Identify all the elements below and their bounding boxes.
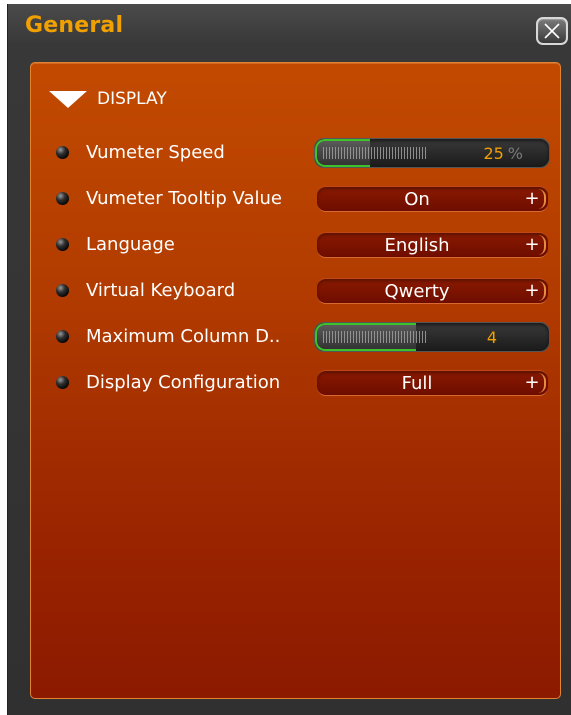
plus-button[interactable]: + — [520, 189, 546, 209]
plus-button[interactable]: + — [520, 281, 546, 301]
bullet-icon — [56, 376, 69, 389]
slider-unit: % — [507, 144, 523, 163]
setting-row-vumeter-speed: Vumeter Speed 25% — [31, 138, 562, 168]
selector-value: English — [384, 235, 450, 256]
setting-row-maximum-column: Maximum Column D.. 4 — [31, 322, 562, 352]
setting-label: Maximum Column D.. — [86, 326, 281, 347]
slider-ticks — [323, 147, 427, 159]
slider-value: 25% — [483, 144, 523, 163]
bullet-icon — [56, 146, 69, 159]
bullet-icon — [56, 192, 69, 205]
plus-button[interactable]: + — [520, 235, 546, 255]
display-panel: DISPLAY Vumeter Speed 25% Vumeter Toolti… — [30, 62, 561, 699]
bullet-icon — [56, 238, 69, 251]
setting-row-virtual-keyboard: Virtual Keyboard Qwerty + — [31, 276, 562, 306]
setting-row-language: Language English + — [31, 230, 562, 260]
setting-label: Display Configuration — [86, 372, 281, 393]
selector-value: On — [404, 189, 430, 210]
setting-row-display-configuration: Display Configuration Full + — [31, 368, 562, 398]
setting-label: Vumeter Tooltip Value — [86, 188, 282, 209]
plus-button[interactable]: + — [520, 373, 546, 393]
maximum-column-slider[interactable]: 4 — [314, 322, 550, 352]
setting-label: Virtual Keyboard — [86, 280, 236, 301]
section-header-display[interactable]: DISPLAY — [49, 89, 167, 109]
display-configuration-selector[interactable]: Full + — [317, 370, 548, 396]
language-selector[interactable]: English + — [317, 232, 548, 258]
virtual-keyboard-selector[interactable]: Qwerty + — [317, 278, 548, 304]
vumeter-tooltip-selector[interactable]: On + — [317, 186, 548, 212]
slider-value: 4 — [486, 328, 497, 347]
vumeter-speed-slider[interactable]: 25% — [314, 138, 550, 168]
setting-label: Vumeter Speed — [86, 142, 225, 163]
bullet-icon — [56, 330, 69, 343]
close-button[interactable] — [536, 17, 568, 45]
slider-ticks — [323, 331, 427, 343]
selector-value: Qwerty — [384, 281, 450, 302]
settings-window: General DISPLAY Vumeter Speed 25% Vumete… — [7, 4, 571, 715]
section-label: DISPLAY — [97, 89, 167, 109]
bullet-icon — [56, 284, 69, 297]
selector-value: Full — [401, 373, 433, 394]
setting-label: Language — [86, 234, 175, 255]
triangle-down-icon[interactable] — [49, 90, 87, 108]
setting-row-vumeter-tooltip-value: Vumeter Tooltip Value On + — [31, 184, 562, 214]
close-x-icon — [544, 23, 560, 39]
window-title: General — [25, 13, 124, 38]
